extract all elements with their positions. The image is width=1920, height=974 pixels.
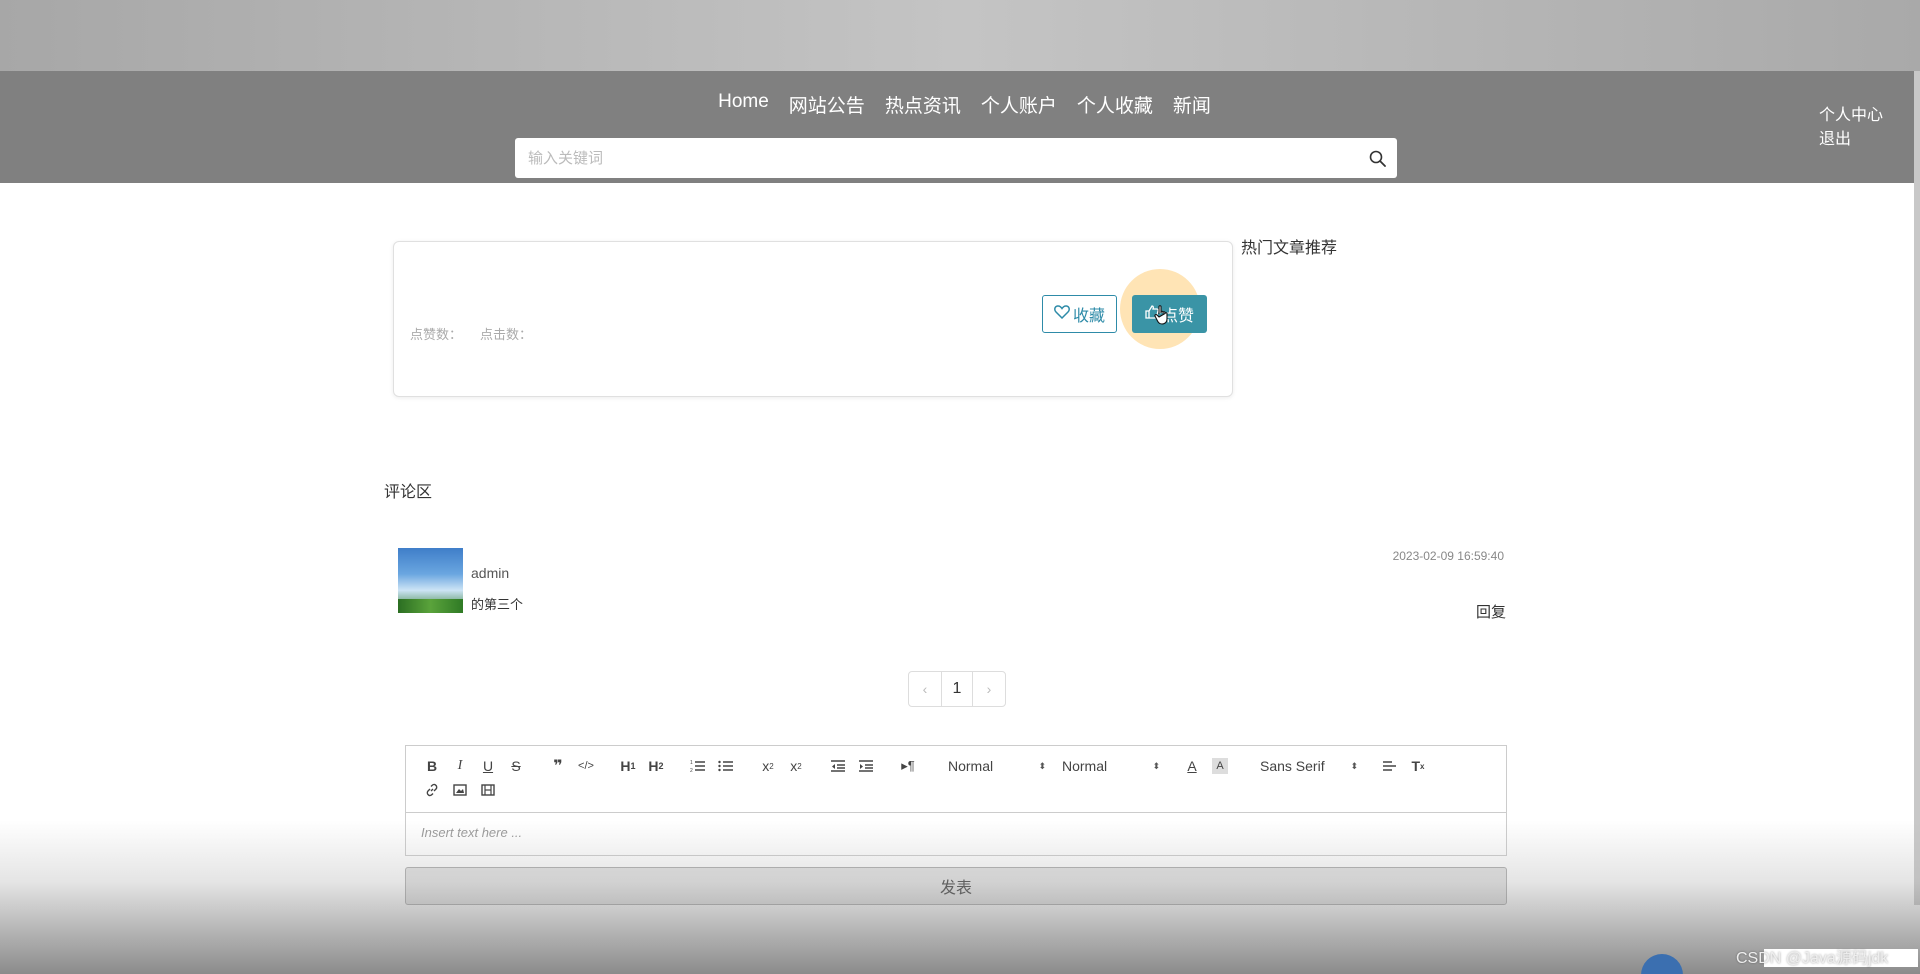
heading-1-icon[interactable]: H1 <box>614 754 642 778</box>
link-icon[interactable] <box>418 778 446 802</box>
clear-format-icon[interactable]: Tx <box>1404 754 1432 778</box>
page-number-button[interactable]: 1 <box>941 672 973 706</box>
comment-timestamp: 2023-02-09 16:59:40 <box>1392 549 1504 563</box>
comment-username: admin <box>471 565 510 581</box>
user-center-link[interactable]: 个人中心 <box>1819 104 1883 128</box>
font-select[interactable]: Sans Serif ⬍ <box>1248 754 1362 778</box>
pagination: ‹ 1 › <box>908 671 1006 707</box>
nav-item-announcements[interactable]: 网站公告 <box>789 91 865 118</box>
size-select[interactable]: Normal ⬍ <box>1050 754 1164 778</box>
code-icon[interactable]: </> <box>572 754 600 778</box>
nav-item-account[interactable]: 个人账户 <box>981 91 1057 118</box>
user-menu: 个人中心 退出 <box>1819 104 1883 152</box>
nav-item-news[interactable]: 新闻 <box>1173 91 1211 118</box>
align-icon[interactable] <box>1376 754 1404 778</box>
rich-text-editor: B I U S ❞ </> H1 H2 12 x2 x2 ▸¶ Normal ⬍… <box>405 745 1507 856</box>
bold-icon[interactable]: B <box>418 754 446 778</box>
nav-item-favorites[interactable]: 个人收藏 <box>1077 91 1153 118</box>
heading-2-icon[interactable]: H2 <box>642 754 670 778</box>
prev-page-button[interactable]: ‹ <box>909 672 941 706</box>
hand-cursor-icon <box>1154 304 1172 331</box>
blockquote-icon[interactable]: ❞ <box>544 754 572 778</box>
svg-text:2: 2 <box>690 768 693 773</box>
collect-button[interactable]: 收藏 <box>1042 295 1117 333</box>
logout-link[interactable]: 退出 <box>1819 128 1883 152</box>
outdent-icon[interactable] <box>824 754 852 778</box>
editor-toolbar: B I U S ❞ </> H1 H2 12 x2 x2 ▸¶ Normal ⬍… <box>406 746 1506 813</box>
image-icon[interactable] <box>446 778 474 802</box>
floating-action-button[interactable] <box>1641 954 1683 974</box>
comment-section-title: 评论区 <box>384 484 433 501</box>
search-input[interactable] <box>515 139 1357 177</box>
nav-item-home[interactable]: Home <box>718 91 769 118</box>
heart-icon <box>1054 304 1070 324</box>
bullet-list-icon[interactable] <box>712 754 740 778</box>
text-direction-icon[interactable]: ▸¶ <box>894 754 922 778</box>
avatar <box>398 548 463 613</box>
navbar: Home 网站公告 热点资讯 个人账户 个人收藏 新闻 个人中心 退出 <box>0 71 1920 183</box>
strikethrough-icon[interactable]: S <box>502 754 530 778</box>
page-scrollbar[interactable] <box>1914 71 1920 905</box>
dropdown-arrow-icon: ⬍ <box>1152 760 1160 771</box>
likes-count-label: 点赞数： <box>410 327 463 342</box>
article-card: 点赞数： 点击数： 收藏 点赞 <box>393 241 1233 397</box>
font-color-icon[interactable]: A <box>1178 754 1206 778</box>
video-icon[interactable] <box>474 778 502 802</box>
submit-button[interactable]: 发表 <box>405 867 1507 905</box>
header-select[interactable]: Normal ⬍ <box>936 754 1050 778</box>
background-color-icon[interactable]: A <box>1212 758 1228 774</box>
comment-item: admin 的第三个 2023-02-09 16:59:40 回复 <box>398 548 1506 628</box>
next-page-button[interactable]: › <box>973 672 1005 706</box>
comment-content: 的第三个 <box>471 597 524 612</box>
hot-articles-title: 热门文章推荐 <box>1241 240 1338 257</box>
svg-text:1: 1 <box>690 760 693 766</box>
dropdown-arrow-icon: ⬍ <box>1350 760 1358 771</box>
watermark-text: CSDN @Java源码jdk <box>1736 950 1889 967</box>
indent-icon[interactable] <box>852 754 880 778</box>
search-box <box>515 138 1397 178</box>
top-banner <box>0 0 1920 71</box>
reply-button[interactable]: 回复 <box>1476 601 1506 622</box>
subscript-icon[interactable]: x2 <box>754 754 782 778</box>
italic-icon[interactable]: I <box>446 754 474 778</box>
nav-links: Home 网站公告 热点资讯 个人账户 个人收藏 新闻 <box>0 91 1920 118</box>
ordered-list-icon[interactable]: 12 <box>684 754 712 778</box>
superscript-icon[interactable]: x2 <box>782 754 810 778</box>
editor-text-area[interactable]: Insert text here ... <box>406 813 1506 852</box>
collect-button-label: 收藏 <box>1072 308 1105 325</box>
search-icon[interactable] <box>1357 150 1397 167</box>
dropdown-arrow-icon: ⬍ <box>1038 760 1046 771</box>
underline-icon[interactable]: U <box>474 754 502 778</box>
article-stats: 点赞数： 点击数： <box>410 324 532 343</box>
nav-item-hot-news[interactable]: 热点资讯 <box>885 91 961 118</box>
clicks-count-label: 点击数： <box>480 327 533 342</box>
